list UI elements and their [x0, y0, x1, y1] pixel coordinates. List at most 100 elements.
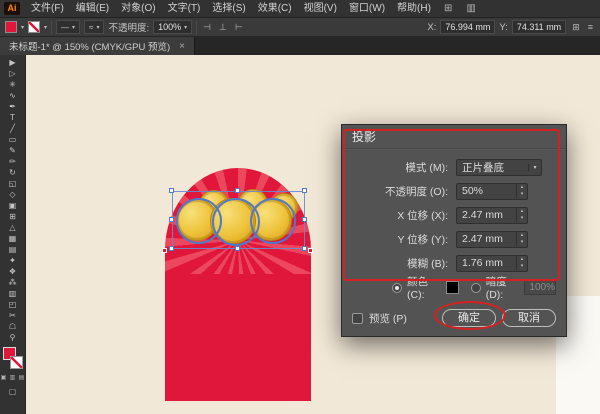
menu-items: 文件(F) 编辑(E) 对象(O) 文字(T) 选择(S) 效果(C) 视图(V) 窗口(W)… — [25, 0, 437, 18]
menu-item[interactable]: 编辑(E) — [70, 0, 115, 18]
slice-tool[interactable]: ✂ — [2, 310, 24, 321]
rectangle-tool[interactable]: ▭ — [2, 134, 24, 145]
free-transform-tool[interactable]: ▣ — [2, 200, 24, 211]
paintbrush-tool[interactable]: ✎ — [2, 145, 24, 156]
annotation-rectangle — [343, 129, 560, 281]
draw-normal-icon[interactable]: ▣ — [0, 374, 7, 382]
illustrator-window: Ai 文件(F) 编辑(E) 对象(O) 文字(T) 选择(S) 效果(C) 视图(V) 窗口… — [0, 0, 600, 414]
document-title: 未标题-1* @ 150% (CMYK/GPU 预览) — [9, 42, 171, 53]
menu-item[interactable]: 窗口(W) — [343, 0, 391, 18]
menu-item[interactable]: 选择(S) — [206, 0, 251, 18]
perspective-grid-tool[interactable]: △ — [2, 222, 24, 233]
x-label: X: — [427, 21, 437, 33]
stroke-color-well[interactable] — [9, 356, 23, 369]
divider — [51, 20, 53, 34]
selection-handle[interactable] — [169, 188, 174, 193]
panel-grid-icon[interactable]: ⊞ — [570, 22, 582, 33]
column-graph-tool[interactable]: ▥ — [2, 288, 24, 299]
fill-color-swatch[interactable] — [5, 21, 17, 33]
brush-definition-dropdown[interactable]: ≈ ▾ — [84, 20, 105, 34]
chevron-down-icon[interactable]: ▾ — [21, 24, 24, 31]
selection-handle[interactable] — [235, 246, 240, 251]
control-bar: ▾ ▾ — ▾ ≈ ▾ 不透明度: 100% ▾ ⊣ ⊥ ⊢ X: 76.994… — [0, 18, 600, 37]
pen-tool[interactable]: ✒ — [2, 101, 24, 112]
selection-tool[interactable]: ▶ — [2, 57, 24, 68]
menu-item[interactable]: 文件(F) — [25, 0, 70, 18]
brush-icon: ≈ — [89, 22, 94, 32]
width-tool[interactable]: ◇ — [2, 189, 24, 200]
scale-tool[interactable]: ◱ — [2, 178, 24, 189]
pencil-tool[interactable]: ✏ — [2, 156, 24, 167]
illustrator-logo: Ai — [4, 2, 20, 15]
annotation-ellipse — [434, 301, 506, 330]
panel-menu-icon[interactable]: ≡ — [586, 22, 595, 32]
selection-handle[interactable] — [235, 188, 240, 193]
gradient-tool[interactable]: ▤ — [2, 244, 24, 255]
menu-bar: Ai 文件(F) 编辑(E) 对象(O) 文字(T) 选择(S) 效果(C) 视图(V) 窗口… — [0, 0, 600, 18]
y-label: Y: — [499, 21, 508, 33]
direct-selection-tool[interactable]: ▷ — [2, 68, 24, 79]
darkness-radio[interactable] — [470, 282, 481, 293]
magic-wand-tool[interactable]: ✳ — [2, 79, 24, 90]
chevron-down-icon[interactable]: ▾ — [44, 24, 47, 31]
draw-inside-icon[interactable]: ▤ — [18, 374, 25, 382]
fill-stroke-indicator — [2, 347, 23, 369]
tools-panel: ▶ ▷ ✳ ∿ ✒ T ╱ ▭ ✎ ✏ ↻ ◱ ◇ ▣ ⊞ △ ▦ ▤ ✦ ❖ ⁂ ▥ ◰ ✂ ☖ ⚲ ▣ ▥ ▤ ▢ — [0, 55, 26, 414]
shape-builder-tool[interactable]: ⊞ — [2, 211, 24, 222]
stroke-color-swatch[interactable] — [28, 21, 41, 33]
chevron-down-icon: ▾ — [96, 24, 100, 31]
menu-item[interactable]: 对象(O) — [115, 0, 161, 18]
artboard-tool[interactable]: ◰ — [2, 299, 24, 310]
line-segment-tool[interactable]: ╱ — [2, 123, 24, 134]
darkness-field: 100% — [524, 280, 556, 295]
stroke-width-dropdown[interactable]: — ▾ — [56, 20, 81, 34]
opacity-label: 不透明度: — [108, 23, 150, 34]
cancel-button[interactable]: 取消 — [502, 309, 556, 327]
selection-handle[interactable] — [302, 217, 307, 222]
selection-bounding-box — [172, 191, 305, 249]
blend-tool[interactable]: ❖ — [2, 266, 24, 277]
opacity-field[interactable]: 100% ▾ — [153, 20, 193, 34]
align-center-icon[interactable]: ⊥ — [217, 22, 229, 33]
x-position-field[interactable]: 76.994 mm — [440, 20, 496, 34]
menu-item[interactable]: 帮助(H) — [391, 0, 437, 18]
align-left-icon[interactable]: ⊣ — [201, 22, 213, 33]
eyedropper-tool[interactable]: ✦ — [2, 255, 24, 266]
type-tool[interactable]: T — [2, 112, 24, 123]
preview-checkbox[interactable] — [352, 312, 363, 324]
width-profile-icon: — — [61, 22, 70, 32]
hand-tool[interactable]: ☖ — [2, 321, 24, 332]
anchor-point[interactable] — [308, 248, 313, 253]
menu-item[interactable]: 文字(T) — [162, 0, 207, 18]
selection-handle[interactable] — [169, 246, 174, 251]
chevron-down-icon: ▾ — [72, 24, 76, 31]
menu-item[interactable]: 视图(V) — [298, 0, 343, 18]
align-right-icon[interactable]: ⊢ — [233, 22, 245, 33]
y-position-field[interactable]: 74.311 mm — [511, 20, 567, 34]
close-icon[interactable]: × — [179, 41, 185, 52]
chevron-down-icon: ▾ — [184, 24, 188, 31]
zoom-tool[interactable]: ⚲ — [2, 332, 24, 343]
preview-label: 预览 (P) — [369, 312, 407, 325]
shadow-color-swatch[interactable] — [445, 281, 459, 294]
symbol-sprayer-tool[interactable]: ⁂ — [2, 277, 24, 288]
mesh-tool[interactable]: ▦ — [2, 233, 24, 244]
document-tab-bar: 未标题-1* @ 150% (CMYK/GPU 预览) × — [0, 37, 600, 55]
drawing-modes: ▣ ▥ ▤ — [0, 374, 25, 382]
screen-mode-icon[interactable]: ▢ — [9, 387, 17, 396]
color-radio[interactable] — [392, 282, 402, 293]
selection-handle[interactable] — [302, 246, 307, 251]
tool-list: ▶ ▷ ✳ ∿ ✒ T ╱ ▭ ✎ ✏ ↻ ◱ ◇ ▣ ⊞ △ ▦ ▤ ✦ ❖ ⁂ ▥ ◰ ✂ ☖ ⚲ — [2, 57, 24, 343]
lasso-tool[interactable]: ∿ — [2, 90, 24, 101]
divider — [196, 20, 198, 34]
menu-item[interactable]: 效果(C) — [252, 0, 298, 18]
transform-section: X: 76.994 mm Y: 74.311 mm ⊞ ≡ — [427, 20, 595, 34]
rotate-tool[interactable]: ↻ — [2, 167, 24, 178]
document-tab[interactable]: 未标题-1* @ 150% (CMYK/GPU 预览) × — [0, 37, 195, 55]
selection-handle[interactable] — [302, 188, 307, 193]
arrange-documents-icon[interactable]: ⊞ — [437, 0, 459, 18]
selection-handle[interactable] — [169, 217, 174, 222]
draw-behind-icon[interactable]: ▥ — [9, 374, 16, 382]
anchor-point[interactable] — [162, 248, 167, 253]
workspace-switcher-icon[interactable]: ▥ — [459, 0, 482, 18]
